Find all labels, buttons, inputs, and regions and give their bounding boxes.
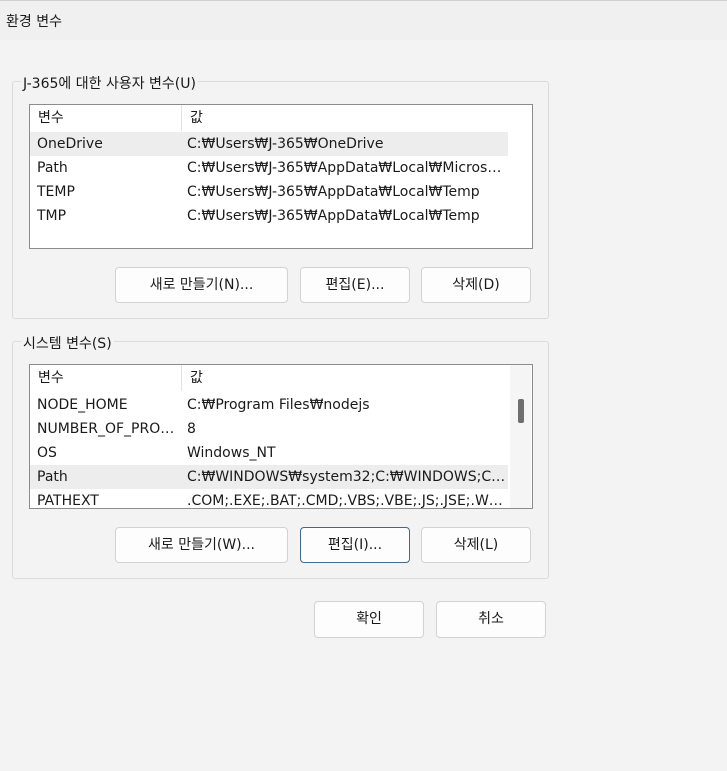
table-row[interactable]: OS Windows_NT: [30, 441, 508, 465]
window-title: 환경 변수: [6, 14, 62, 30]
variable-name: PATHEXT: [37, 493, 99, 509]
user-variables-list[interactable]: 변수 값 OneDrive C:₩Users₩J-365₩OneDrive Pa…: [29, 104, 533, 249]
system-list-header: 변수 값: [30, 365, 508, 391]
variable-name: OS: [37, 445, 57, 461]
table-row[interactable]: Path C:₩WINDOWS₩system32;C:₩WINDOWS;C:₩.…: [30, 465, 508, 489]
vertical-scrollbar[interactable]: [510, 365, 531, 508]
table-row[interactable]: Path C:₩Users₩J-365₩AppData₩Local₩Micros…: [30, 156, 508, 180]
variable-name: NODE_HOME: [37, 397, 128, 413]
user-delete-button[interactable]: 삭제(D): [421, 267, 531, 303]
variable-value: 8: [187, 421, 196, 437]
variable-value: C:₩WINDOWS₩system32;C:₩WINDOWS;C:₩...: [187, 469, 508, 485]
ok-button[interactable]: 확인: [314, 601, 424, 638]
system-edit-button[interactable]: 편집(I)...: [300, 527, 410, 563]
system-variables-label: 시스템 변수(S): [21, 333, 114, 353]
variable-name: OneDrive: [37, 136, 103, 152]
variable-value: Windows_NT: [187, 445, 276, 461]
variable-value: C:₩Users₩J-365₩AppData₩Local₩Temp: [187, 184, 480, 200]
user-new-button[interactable]: 새로 만들기(N)...: [115, 267, 288, 303]
table-row[interactable]: NUMBER_OF_PROC... 8: [30, 417, 508, 441]
cancel-button[interactable]: 취소: [436, 601, 546, 638]
title-bar: 환경 변수: [0, 0, 727, 40]
scrollbar-thumb[interactable]: [518, 399, 524, 423]
variable-name: TMP: [37, 208, 67, 224]
system-new-button[interactable]: 새로 만들기(W)...: [115, 527, 288, 563]
user-list-header: 변수 값: [30, 105, 508, 131]
variable-name: Path: [37, 469, 68, 485]
column-header-value[interactable]: 값: [182, 105, 508, 131]
variable-value: C:₩Users₩J-365₩AppData₩Local₩Microsoft..…: [187, 160, 508, 176]
column-header-variable[interactable]: 변수: [30, 365, 182, 391]
column-header-variable[interactable]: 변수: [30, 105, 182, 131]
system-variables-list[interactable]: 변수 값 NODE_HOME C:₩Program Files₩nodejs N…: [29, 364, 533, 509]
column-header-value[interactable]: 값: [182, 365, 508, 391]
table-row[interactable]: TEMP C:₩Users₩J-365₩AppData₩Local₩Temp: [30, 180, 508, 204]
user-variables-group: J-365에 대한 사용자 변수(U) 변수 값 OneDrive C:₩Use…: [12, 73, 549, 319]
table-row[interactable]: TMP C:₩Users₩J-365₩AppData₩Local₩Temp: [30, 204, 508, 228]
table-row[interactable]: OneDrive C:₩Users₩J-365₩OneDrive: [30, 132, 508, 156]
user-edit-button[interactable]: 편집(E)...: [300, 267, 410, 303]
variable-value: C:₩Users₩J-365₩OneDrive: [187, 136, 384, 152]
variable-name: TEMP: [37, 184, 75, 200]
user-variables-label: J-365에 대한 사용자 변수(U): [21, 73, 198, 93]
variable-name: NUMBER_OF_PROC...: [37, 421, 180, 437]
table-row[interactable]: NODE_HOME C:₩Program Files₩nodejs: [30, 393, 508, 417]
variable-value: C:₩Program Files₩nodejs: [187, 397, 370, 413]
system-variables-group: 시스템 변수(S) 변수 값 NODE_HOME C:₩Program File…: [12, 333, 549, 579]
system-delete-button[interactable]: 삭제(L): [421, 527, 531, 563]
table-row[interactable]: PATHEXT .COM;.EXE;.BAT;.CMD;.VBS;.VBE;.J…: [30, 489, 508, 509]
variable-value: .COM;.EXE;.BAT;.CMD;.VBS;.VBE;.JS;.JSE;.…: [187, 493, 508, 509]
variable-name: Path: [37, 160, 68, 176]
variable-value: C:₩Users₩J-365₩AppData₩Local₩Temp: [187, 208, 480, 224]
